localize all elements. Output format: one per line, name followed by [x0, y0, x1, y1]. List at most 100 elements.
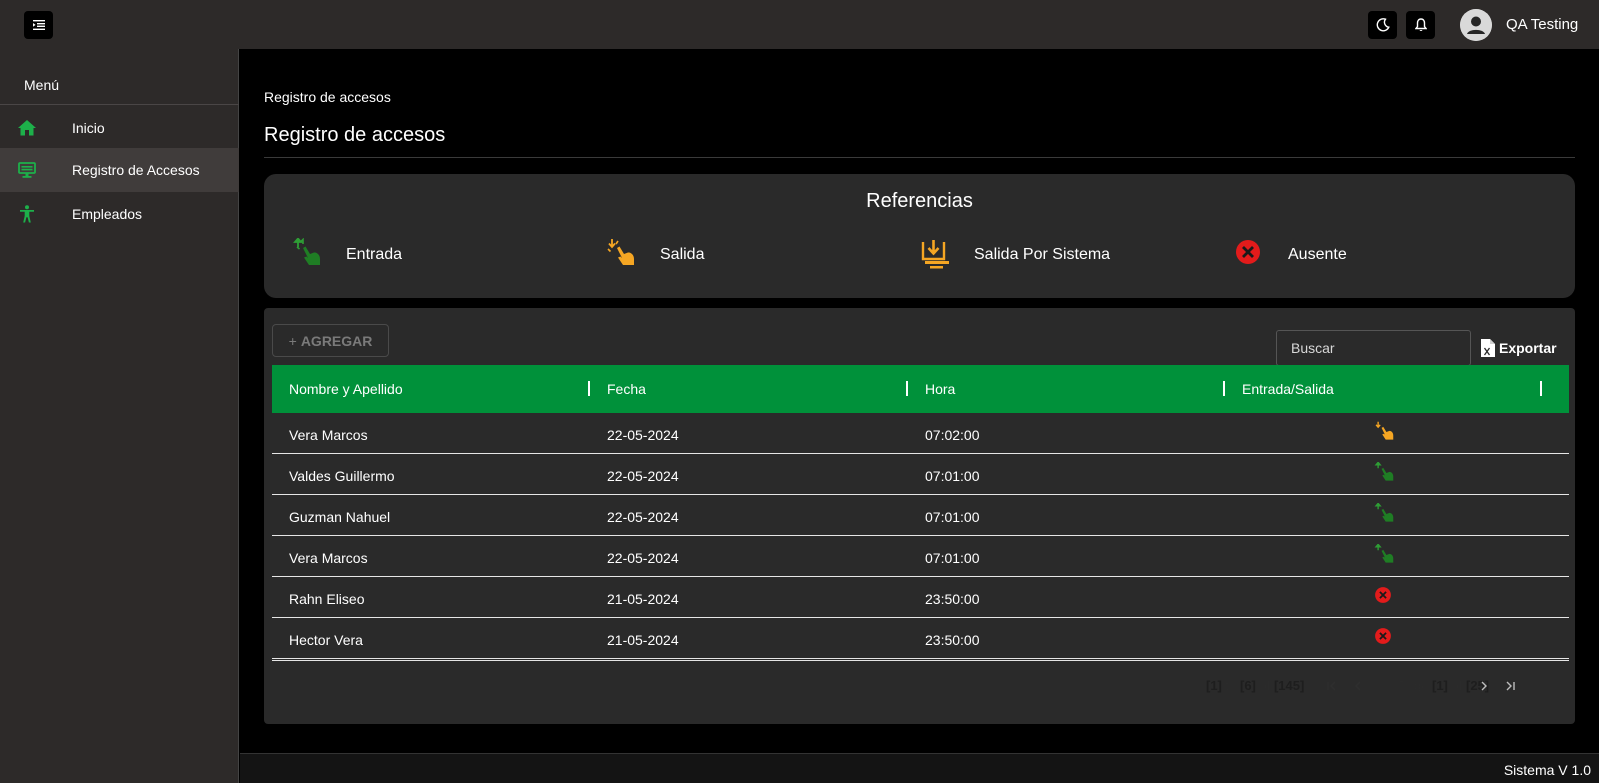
column-header-hora[interactable]: Hora	[925, 365, 955, 413]
plus-icon: +	[288, 332, 297, 349]
chevron-right-icon	[1481, 681, 1487, 691]
absent-x-icon	[1236, 240, 1260, 264]
person-icon	[20, 205, 34, 223]
column-resize-handle[interactable]	[1223, 381, 1225, 396]
cell-time: 07:02:00	[925, 427, 980, 443]
system-exit-icon	[921, 240, 949, 269]
moon-icon	[1376, 18, 1390, 32]
pagination-total: [145]	[1273, 678, 1305, 693]
bell-icon	[1414, 18, 1427, 32]
last-page-button[interactable]	[1502, 678, 1518, 694]
cell-date: 22-05-2024	[607, 550, 679, 566]
exit-hand-icon	[607, 239, 634, 265]
footer: Sistema V 1.0	[240, 753, 1599, 783]
chevron-left-icon	[1355, 681, 1361, 691]
main-content: Registro de accesos Registro de accesos …	[240, 49, 1599, 753]
export-button[interactable]: Exportar	[1480, 337, 1557, 359]
column-header-entrada-salida[interactable]: Entrada/Salida	[1242, 365, 1334, 413]
column-header-fecha[interactable]: Fecha	[607, 365, 646, 413]
cell-name: Vera Marcos	[289, 427, 368, 443]
sidebar-divider	[0, 104, 239, 105]
home-icon	[18, 120, 36, 136]
sidebar: Menú Inicio Registro de Accesos Empleado…	[0, 49, 239, 783]
cell-date: 21-05-2024	[607, 632, 679, 648]
menu-toggle-icon	[32, 20, 45, 30]
cell-name: Rahn Eliseo	[289, 591, 365, 607]
add-button[interactable]: + AGREGAR	[272, 324, 389, 357]
cell-time: 07:01:00	[925, 550, 980, 566]
table-bottom-border	[272, 660, 1569, 661]
column-resize-handle[interactable]	[906, 381, 908, 396]
title-divider	[264, 157, 1575, 158]
top-bar: QA Testing	[0, 0, 1599, 49]
pagination-to-word: to	[1225, 678, 1237, 693]
dark-mode-button[interactable]	[1368, 11, 1397, 39]
table-row[interactable]: Valdes Guillermo 22-05-2024 07:01:00	[272, 454, 1569, 495]
column-resize-handle[interactable]	[588, 381, 590, 396]
table-row[interactable]: Rahn Eliseo 21-05-2024 23:50:00	[272, 577, 1569, 618]
table-row[interactable]: Guzman Nahuel 22-05-2024 07:01:00	[272, 495, 1569, 536]
add-button-label: AGREGAR	[300, 332, 373, 349]
cell-date: 22-05-2024	[607, 427, 679, 443]
cell-date: 22-05-2024	[607, 509, 679, 525]
cell-time: 23:50:00	[925, 632, 980, 648]
column-header-nombre[interactable]: Nombre y Apellido	[289, 365, 403, 413]
table-header: Nombre y Apellido Fecha Hora Entrada/Sal…	[272, 365, 1569, 413]
entry-hand-icon	[293, 238, 320, 265]
user-name[interactable]: QA Testing	[1506, 16, 1578, 33]
reference-label: Entrada	[346, 246, 403, 263]
desktop-icon	[18, 162, 36, 178]
entry-hand-icon	[1374, 544, 1394, 563]
last-page-icon	[1506, 681, 1515, 691]
exit-hand-icon	[1375, 421, 1394, 440]
sidebar-item-registro-de-accesos[interactable]: Registro de Accesos	[0, 148, 239, 192]
references-title: Referencias	[866, 190, 973, 212]
version-label: Sistema V 1.0	[1503, 762, 1591, 778]
pagination-from: [1]	[1206, 678, 1222, 693]
sidebar-item-label: Empleados	[72, 206, 143, 222]
column-resize-handle[interactable]	[1540, 381, 1542, 396]
first-page-button[interactable]	[1324, 678, 1340, 694]
cell-date: 21-05-2024	[607, 591, 679, 607]
page-title: Registro de accesos	[264, 124, 446, 146]
next-page-button[interactable]	[1476, 678, 1492, 694]
pagination-current-page: [1]	[1432, 678, 1448, 693]
absent-x-icon	[1375, 587, 1391, 603]
cell-name: Guzman Nahuel	[289, 509, 391, 525]
table-card: + AGREGAR Exportar Nombre y Apellido Fec…	[264, 308, 1575, 724]
table-row[interactable]: Vera Marcos 22-05-2024 07:02:00	[272, 413, 1569, 454]
export-label: Exportar	[1499, 340, 1557, 356]
sidebar-item-inicio[interactable]: Inicio	[0, 106, 239, 150]
pagination-to: [6]	[1239, 678, 1256, 693]
cell-date: 22-05-2024	[607, 468, 679, 484]
entry-hand-icon	[1374, 462, 1394, 481]
reference-label: Salida	[660, 246, 705, 263]
cell-name: Hector Vera	[289, 632, 363, 648]
breadcrumb: Registro de accesos	[264, 89, 391, 105]
pagination-page-word: Page	[1398, 678, 1429, 693]
cell-time: 07:01:00	[925, 509, 980, 525]
table-row[interactable]: Hector Vera 21-05-2024 23:50:00	[272, 618, 1569, 659]
user-avatar[interactable]	[1460, 9, 1492, 41]
cell-name: Valdes Guillermo	[289, 468, 395, 484]
references-card: Referencias Entrada Salida Salida Por Si…	[264, 174, 1575, 298]
pagination-summary: [1] to [6] of [145]	[1206, 678, 1304, 693]
user-avatar-icon	[1460, 9, 1492, 41]
pagination-of-word: of	[1451, 678, 1463, 693]
sidebar-item-empleados[interactable]: Empleados	[0, 192, 239, 236]
excel-file-icon	[1481, 339, 1495, 357]
previous-page-button[interactable]	[1350, 678, 1366, 694]
absent-x-icon	[1375, 628, 1391, 644]
sidebar-title: Menú	[24, 77, 60, 93]
pagination-of-word: of	[1259, 678, 1271, 693]
cell-name: Vera Marcos	[289, 550, 368, 566]
sidebar-item-label: Registro de Accesos	[72, 162, 200, 178]
sidebar-item-label: Inicio	[72, 120, 105, 136]
search-input[interactable]	[1276, 330, 1471, 366]
table-row[interactable]: Vera Marcos 22-05-2024 07:01:00	[272, 536, 1569, 577]
cell-time: 23:50:00	[925, 591, 980, 607]
menu-toggle-button[interactable]	[24, 11, 53, 39]
cell-time: 07:01:00	[925, 468, 980, 484]
reference-label: Salida Por Sistema	[974, 246, 1111, 263]
notifications-button[interactable]	[1406, 11, 1435, 39]
